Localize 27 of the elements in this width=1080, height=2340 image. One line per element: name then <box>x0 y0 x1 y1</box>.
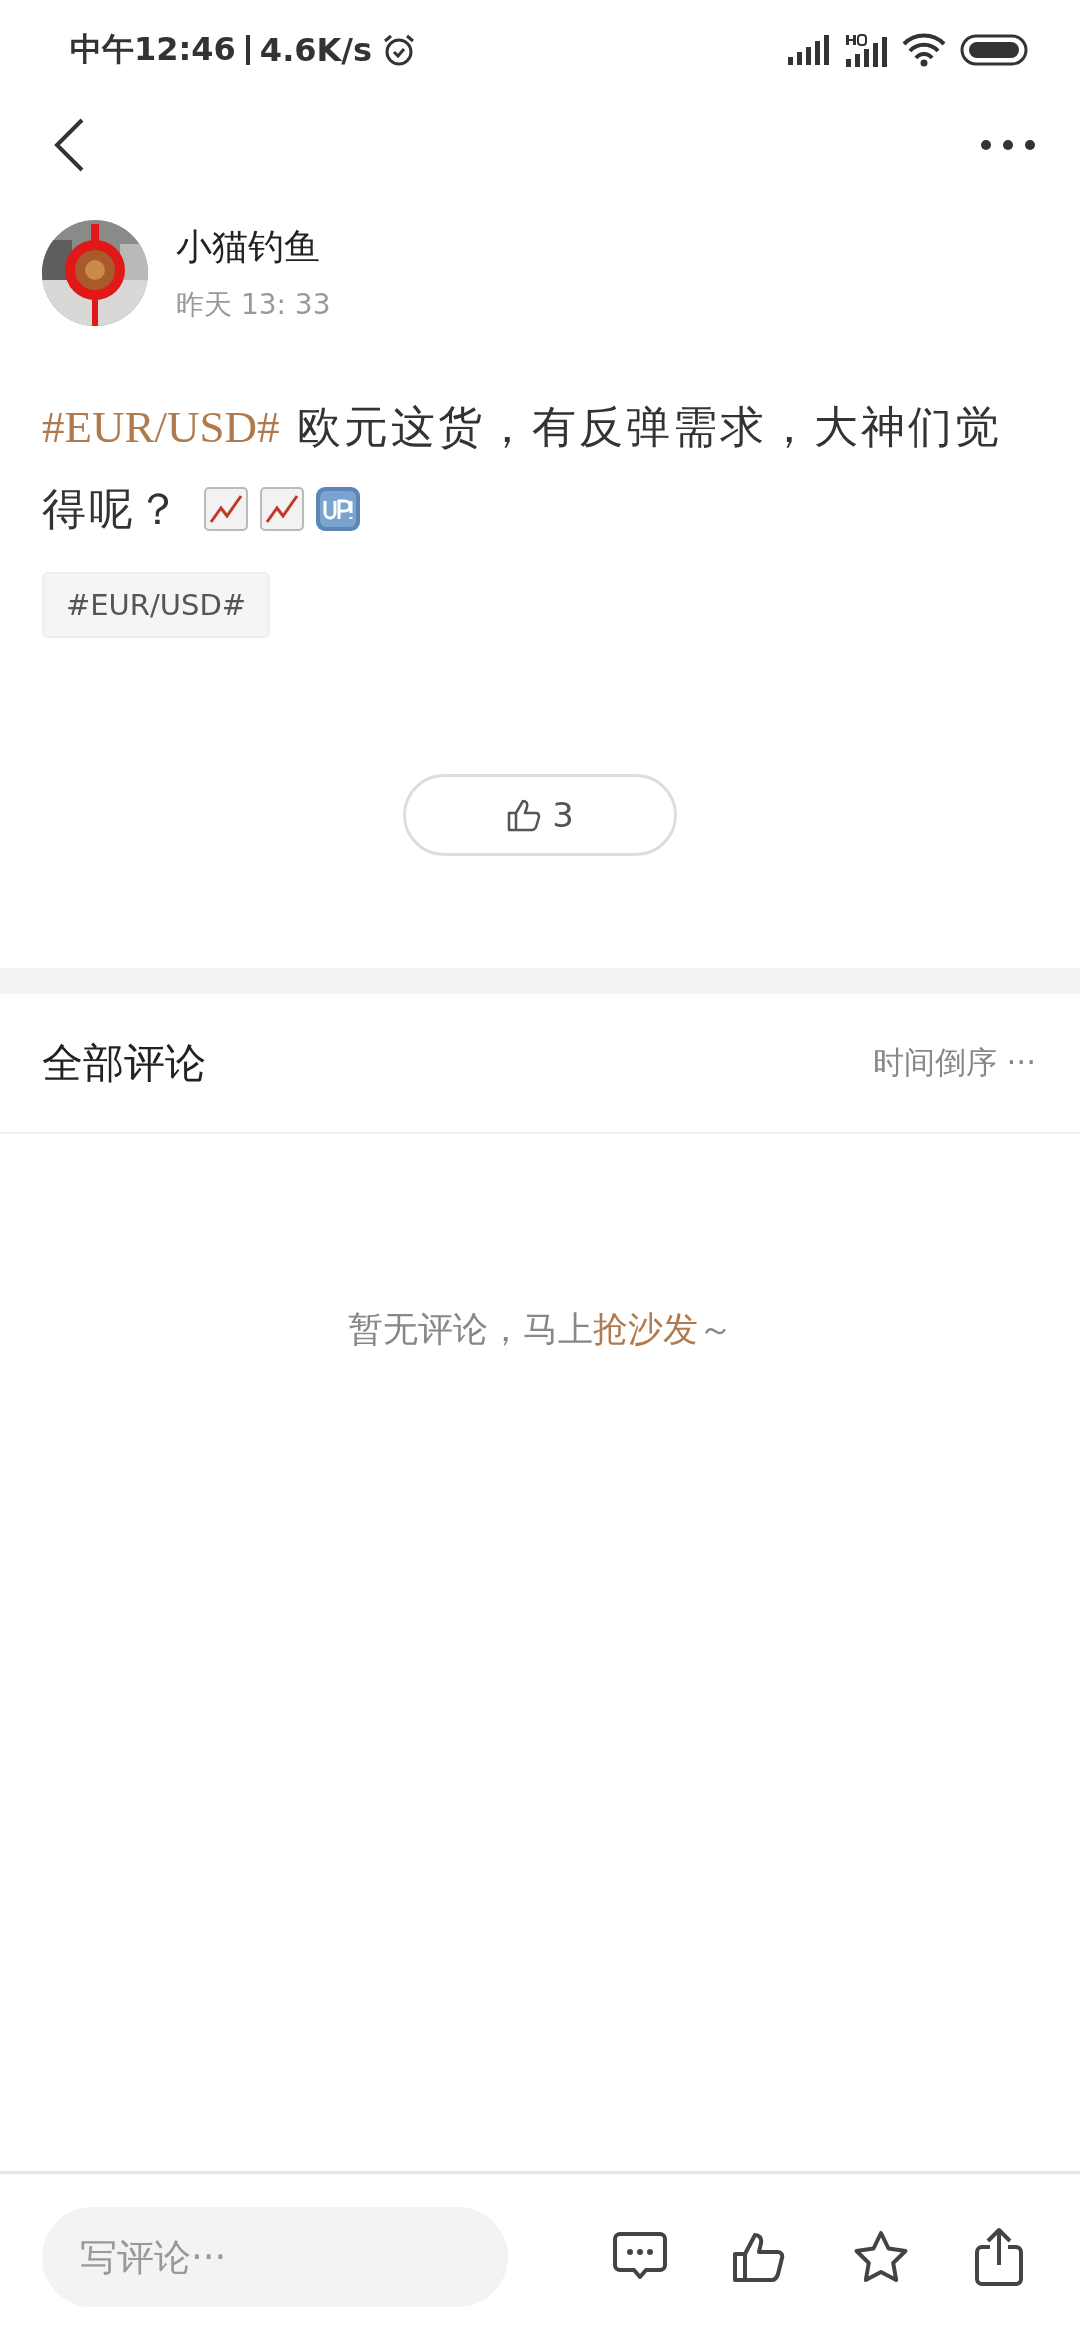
status-time: 中午12:46 <box>70 29 236 70</box>
post-text: 得呢？ <box>42 483 183 534</box>
battery-icon <box>960 34 1028 66</box>
empty-message: 暂无评论，马上抢沙发～ <box>347 1308 733 1351</box>
thumbs-up-icon <box>506 797 543 833</box>
hashtag-link[interactable]: #EUR/USD# <box>42 402 280 452</box>
wifi-icon <box>902 33 946 67</box>
star-icon[interactable] <box>852 2229 910 2285</box>
up-emoji-icon <box>315 486 361 532</box>
chart-emoji-icon <box>259 486 305 532</box>
network-speed: 4.6K/s <box>259 31 373 69</box>
sort-menu[interactable]: 时间倒序 ··· <box>872 1042 1036 1084</box>
sofa-link[interactable]: 抢沙发 <box>592 1309 698 1349</box>
hd-signal-icon <box>844 33 888 67</box>
more-icon[interactable] <box>980 138 1036 152</box>
chart-emoji-icon <box>203 486 249 532</box>
post-text: #EUR/USD# 欧元这货，有反弹需求，大神们觉 <box>42 401 1002 452</box>
back-icon[interactable] <box>52 117 86 173</box>
author-name[interactable]: 小猫钓鱼 <box>176 222 331 272</box>
topic-tag[interactable]: #EUR/USD# <box>42 572 271 638</box>
signal-icon <box>786 35 830 65</box>
comment-input[interactable]: 写评论··· <box>42 2207 508 2307</box>
alarm-icon <box>382 33 417 67</box>
comments-title: 全部评论 <box>42 1037 206 1089</box>
post-time: 昨天 13: 33 <box>176 286 331 323</box>
share-icon[interactable] <box>974 2227 1024 2287</box>
like-button[interactable]: 3 <box>403 774 677 856</box>
